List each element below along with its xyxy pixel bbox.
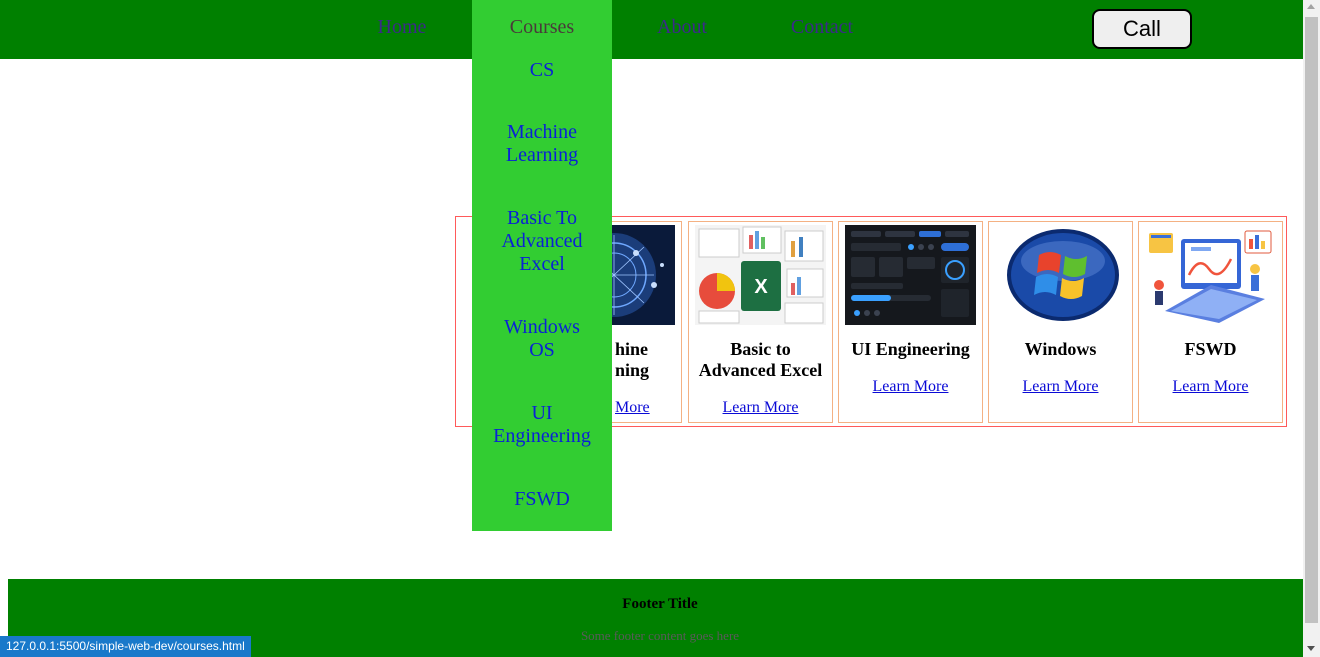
scroll-down-arrow-icon[interactable] — [1307, 646, 1315, 651]
learn-more-link-excel[interactable]: Learn More — [689, 399, 832, 417]
vertical-scrollbar[interactable] — [1303, 0, 1320, 657]
learn-more-link-windows[interactable]: Learn More — [989, 378, 1132, 396]
nav-contact[interactable]: Contact — [752, 0, 892, 59]
scroll-up-arrow-icon[interactable] — [1307, 4, 1315, 9]
nav-home[interactable]: Home — [332, 0, 472, 59]
dark-ui-kit-image — [845, 225, 976, 325]
course-card-excel: X Basic to Advanced Excel Learn More — [688, 221, 833, 423]
dropdown-item-ui-engineering[interactable]: UI Engineering — [472, 402, 612, 448]
dropdown-item-machine-learning[interactable]: Machine Learning — [472, 121, 612, 167]
learn-more-link-fswd[interactable]: Learn More — [1139, 378, 1282, 396]
learn-more-link-machine-learning[interactable]: More — [615, 399, 675, 417]
course-title-excel: Basic to Advanced Excel — [698, 339, 823, 380]
dropdown-item-windows-os[interactable]: Windows OS — [472, 316, 612, 362]
course-card-windows: Windows Learn More — [988, 221, 1133, 423]
dropdown-item-excel[interactable]: Basic To Advanced Excel — [472, 207, 612, 276]
call-button[interactable]: Call — [1092, 9, 1192, 49]
excel-collage-image: X — [695, 225, 826, 325]
svg-text:X: X — [754, 276, 768, 298]
nav-about[interactable]: About — [612, 0, 752, 59]
course-card-fswd: FSWD Learn More — [1138, 221, 1283, 423]
course-title-windows: Windows — [1024, 339, 1097, 359]
scrollbar-thumb[interactable] — [1305, 17, 1318, 623]
footer-title: Footer Title — [622, 596, 698, 612]
nav-courses[interactable]: Courses — [472, 0, 612, 59]
windows-logo-image — [995, 225, 1126, 325]
courses-dropdown-menu: CS Machine Learning Basic To Advanced Ex… — [472, 59, 612, 531]
course-card-ui-engineering: UI Engineering Learn More — [838, 221, 983, 423]
top-navbar: Home Courses About Contact Call — [0, 0, 1303, 59]
learn-more-link-ui-engineering[interactable]: Learn More — [839, 378, 982, 396]
status-bar-url: 127.0.0.1:5500/simple-web-dev/courses.ht… — [0, 636, 251, 657]
dropdown-item-fswd[interactable]: FSWD — [472, 488, 612, 511]
course-title-ui-engineering: UI Engineering — [851, 339, 970, 359]
course-title-fswd: FSWD — [1184, 339, 1237, 359]
web-dev-illustration-image — [1145, 225, 1276, 325]
dropdown-item-cs[interactable]: CS — [472, 59, 612, 82]
